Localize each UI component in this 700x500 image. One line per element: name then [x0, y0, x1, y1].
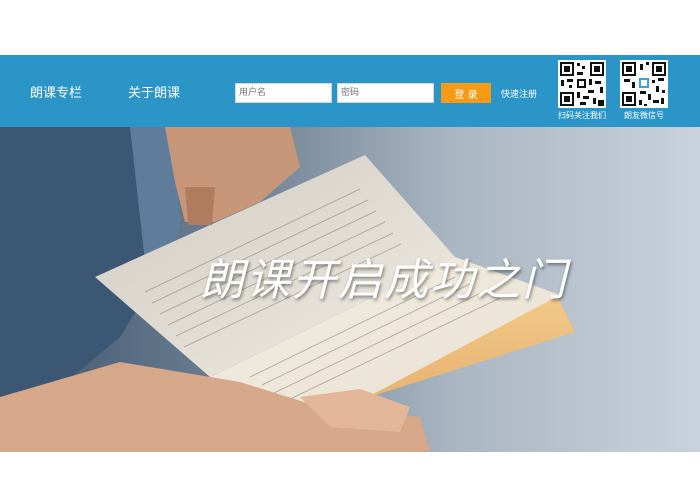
password-input[interactable] [337, 83, 434, 103]
login-button[interactable]: 登 录 [441, 83, 491, 103]
qr-wechat-id: 朗友微信号 [617, 60, 671, 121]
qr-caption-follow-us: 扫码关注我们 [558, 111, 606, 120]
qr-code-icon [558, 60, 606, 108]
nav-link-langke-column[interactable]: 朗课专栏 [30, 82, 82, 101]
hero-banner: 朗课开启成功之门 [0, 127, 700, 452]
qr-code-icon [620, 60, 668, 108]
nav-link-about-langke[interactable]: 关于朗课 [128, 82, 180, 101]
top-navigation-bar: 朗课专栏 关于朗课 登 录 快速注册 扫码关注我们 [0, 55, 700, 127]
page-footer-space [0, 452, 700, 500]
username-input[interactable] [235, 83, 332, 103]
quick-register-link[interactable]: 快速注册 [501, 87, 537, 100]
banner-slogan: 朗课开启成功之门 [200, 255, 568, 306]
qr-follow-us: 扫码关注我们 [555, 60, 609, 121]
qr-caption-wechat-id: 朗友微信号 [624, 111, 664, 120]
